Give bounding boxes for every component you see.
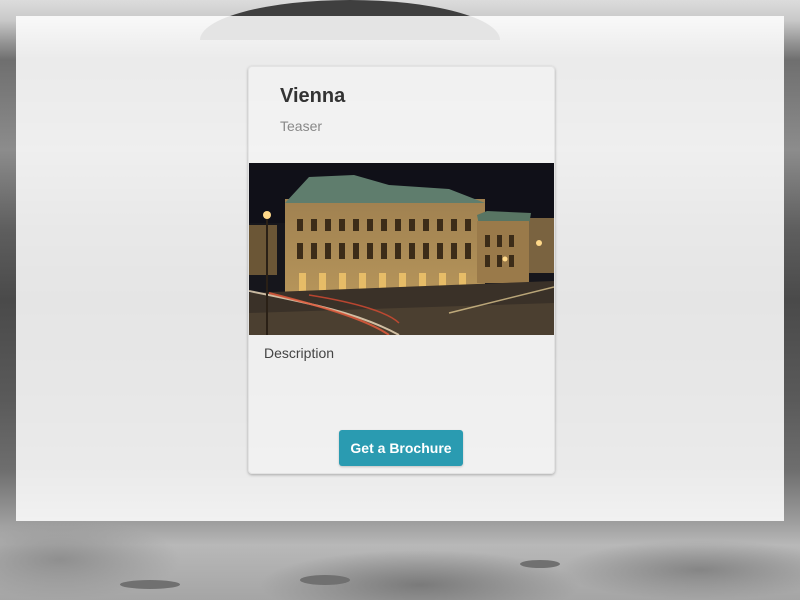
background-rock [120, 580, 180, 589]
destination-card: Vienna Teaser Description Get a Brochure [248, 66, 555, 474]
opera-house-photo [249, 163, 554, 335]
card-image [249, 163, 554, 335]
background-rock [300, 575, 350, 585]
card-teaser: Teaser [280, 118, 323, 134]
get-brochure-button[interactable]: Get a Brochure [339, 430, 463, 466]
card-title: Vienna [280, 85, 346, 107]
background-rock [520, 560, 560, 568]
card-description: Description [264, 345, 335, 361]
